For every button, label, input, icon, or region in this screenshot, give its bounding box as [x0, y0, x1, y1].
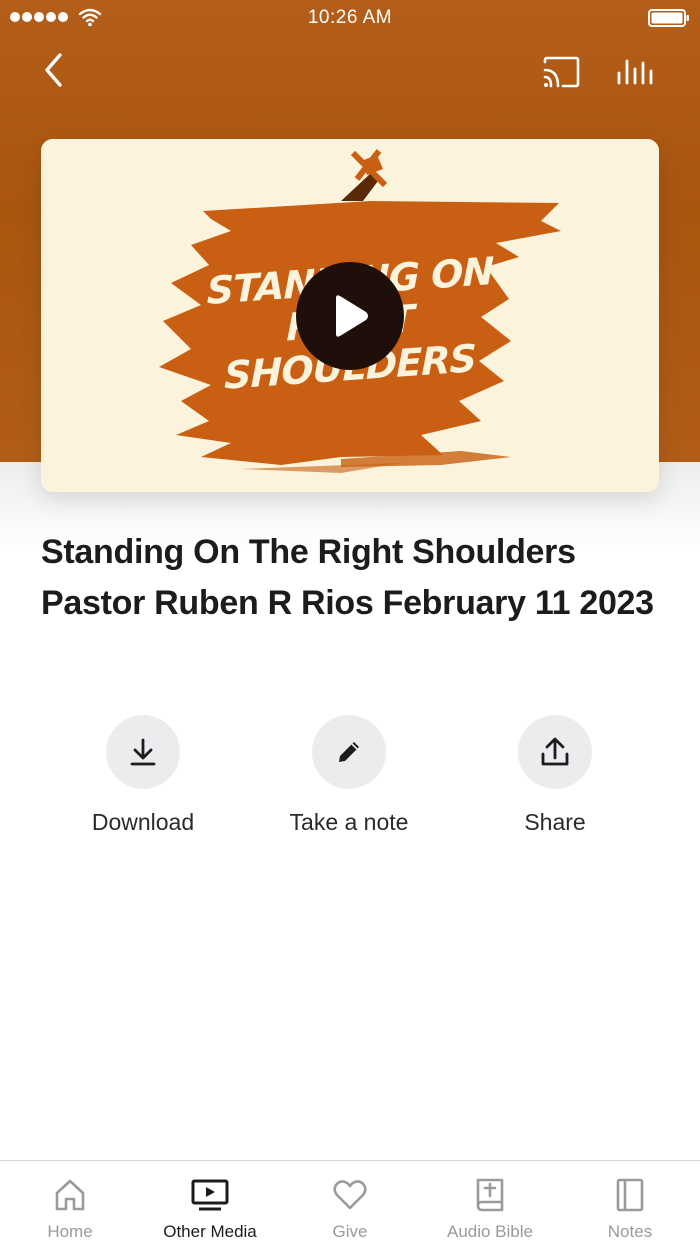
download-label: Download: [91, 809, 195, 835]
media-title: Standing On The Right Shoulders Pastor R…: [41, 533, 654, 622]
tab-audio-bible[interactable]: Audio Bible: [420, 1161, 560, 1244]
media-artwork-card[interactable]: STANDING ON THE RIGHT SHOULDERS: [41, 139, 659, 492]
tab-other-media-label: Other Media: [163, 1222, 257, 1241]
share-icon: [541, 737, 569, 766]
tab-home[interactable]: Home: [0, 1161, 140, 1244]
bottom-tab-bar: Home Other Media Give Audio Bible Notes: [0, 1160, 700, 1244]
battery-icon: [648, 9, 689, 27]
heart-icon: [330, 1175, 370, 1215]
take-note-label: Take a note: [289, 809, 409, 835]
take-note-button[interactable]: Take a note: [249, 715, 449, 836]
share-button[interactable]: Share: [455, 715, 655, 836]
audio-bars-icon: [617, 59, 653, 85]
pencil-icon: [339, 742, 359, 762]
cast-button[interactable]: [536, 50, 586, 94]
home-icon: [50, 1175, 90, 1215]
download-icon: [130, 738, 156, 766]
back-button[interactable]: [34, 50, 74, 90]
tab-other-media[interactable]: Other Media: [140, 1161, 280, 1244]
share-icon-circle: [518, 715, 592, 789]
note-icon-circle: [312, 715, 386, 789]
tab-give[interactable]: Give: [280, 1161, 420, 1244]
tab-notes-label: Notes: [607, 1222, 653, 1241]
notebook-icon: [610, 1175, 650, 1215]
status-time: 10:26 AM: [307, 7, 393, 28]
download-icon-circle: [106, 715, 180, 789]
chevron-left-icon: [45, 53, 62, 87]
tab-notes[interactable]: Notes: [560, 1161, 700, 1244]
tab-home-label: Home: [47, 1222, 93, 1241]
cast-icon: [543, 56, 580, 88]
status-bar: 10:26 AM: [0, 0, 700, 36]
share-label: Share: [524, 809, 586, 835]
bible-icon: [470, 1175, 510, 1215]
play-button[interactable]: [296, 262, 404, 370]
play-icon: [336, 295, 368, 337]
tab-give-label: Give: [332, 1222, 368, 1241]
tab-audio-bible-label: Audio Bible: [446, 1222, 533, 1241]
tv-icon: [190, 1175, 230, 1215]
audio-player-button[interactable]: [610, 50, 660, 94]
download-button[interactable]: Download: [43, 715, 243, 836]
